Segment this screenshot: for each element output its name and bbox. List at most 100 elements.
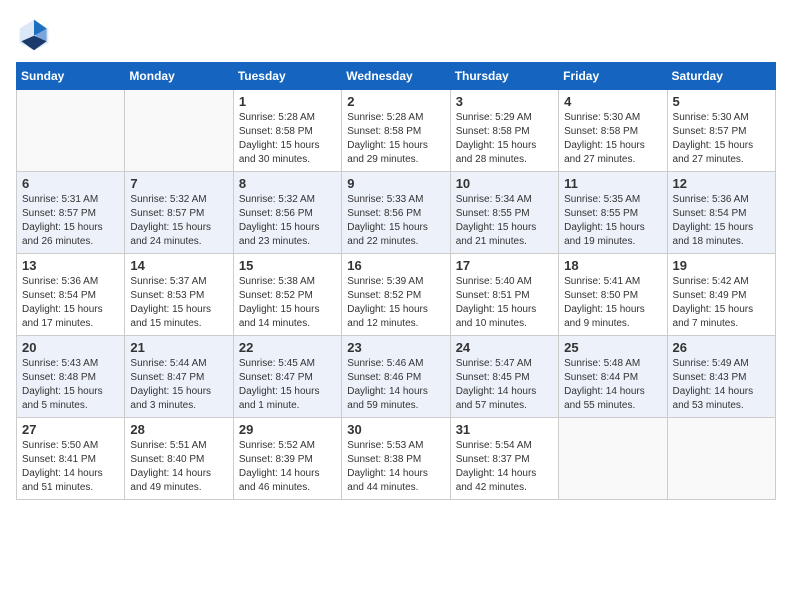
calendar-cell: 19 Sunrise: 5:42 AM Sunset: 8:49 PM Dayli… [667,254,775,336]
page-header [16,16,776,52]
day-number: 12 [673,176,770,191]
day-number: 4 [564,94,661,109]
weekday-header: Tuesday [233,63,341,90]
calendar-cell: 4 Sunrise: 5:30 AM Sunset: 8:58 PM Daylig… [559,90,667,172]
day-number: 17 [456,258,553,273]
calendar-cell: 16 Sunrise: 5:39 AM Sunset: 8:52 PM Dayli… [342,254,450,336]
calendar-cell: 5 Sunrise: 5:30 AM Sunset: 8:57 PM Daylig… [667,90,775,172]
calendar-cell: 23 Sunrise: 5:46 AM Sunset: 8:46 PM Dayli… [342,336,450,418]
day-info: Sunrise: 5:33 AM Sunset: 8:56 PM Dayligh… [347,193,444,249]
day-info: Sunrise: 5:28 AM Sunset: 8:58 PM Dayligh… [347,111,444,167]
day-info: Sunrise: 5:32 AM Sunset: 8:57 PM Dayligh… [130,193,227,249]
calendar-cell: 15 Sunrise: 5:38 AM Sunset: 8:52 PM Dayli… [233,254,341,336]
day-info: Sunrise: 5:30 AM Sunset: 8:57 PM Dayligh… [673,111,770,167]
calendar-cell [559,418,667,500]
calendar-week-row: 27 Sunrise: 5:50 AM Sunset: 8:41 PM Dayli… [17,418,776,500]
weekday-header: Thursday [450,63,558,90]
day-info: Sunrise: 5:47 AM Sunset: 8:45 PM Dayligh… [456,357,553,413]
day-number: 20 [22,340,119,355]
calendar-cell: 10 Sunrise: 5:34 AM Sunset: 8:55 PM Dayli… [450,172,558,254]
day-info: Sunrise: 5:48 AM Sunset: 8:44 PM Dayligh… [564,357,661,413]
calendar-cell: 29Sunrise: 5:52 AM Sunset: 8:39 PM Dayli… [233,418,341,500]
day-info: Sunrise: 5:37 AM Sunset: 8:53 PM Dayligh… [130,275,227,331]
calendar-week-row: 6 Sunrise: 5:31 AM Sunset: 8:57 PM Daylig… [17,172,776,254]
calendar-cell [667,418,775,500]
calendar-cell: 21 Sunrise: 5:44 AM Sunset: 8:47 PM Dayli… [125,336,233,418]
day-info: Sunrise: 5:49 AM Sunset: 8:43 PM Dayligh… [673,357,770,413]
day-info: Sunrise: 5:41 AM Sunset: 8:50 PM Dayligh… [564,275,661,331]
calendar-cell: 8Sunrise: 5:32 AM Sunset: 8:56 PM Daylig… [233,172,341,254]
day-info: Sunrise: 5:50 AM Sunset: 8:41 PM Dayligh… [22,439,119,495]
day-info: Sunrise: 5:45 AM Sunset: 8:47 PM Dayligh… [239,357,336,413]
day-number: 7 [130,176,227,191]
day-info: Sunrise: 5:31 AM Sunset: 8:57 PM Dayligh… [22,193,119,249]
day-info: Sunrise: 5:43 AM Sunset: 8:48 PM Dayligh… [22,357,119,413]
day-number: 30 [347,422,444,437]
calendar-week-row: 1 Sunrise: 5:28 AM Sunset: 8:58 PM Daylig… [17,90,776,172]
day-info: Sunrise: 5:42 AM Sunset: 8:49 PM Dayligh… [673,275,770,331]
day-info: Sunrise: 5:40 AM Sunset: 8:51 PM Dayligh… [456,275,553,331]
day-number: 6 [22,176,119,191]
day-info: Sunrise: 5:35 AM Sunset: 8:55 PM Dayligh… [564,193,661,249]
calendar-cell: 14 Sunrise: 5:37 AM Sunset: 8:53 PM Dayli… [125,254,233,336]
day-number: 28 [130,422,227,437]
day-info: Sunrise: 5:29 AM Sunset: 8:58 PM Dayligh… [456,111,553,167]
day-number: 8 [239,176,336,191]
calendar-cell: 12Sunrise: 5:36 AM Sunset: 8:54 PM Dayli… [667,172,775,254]
calendar-cell: 30 Sunrise: 5:53 AM Sunset: 8:38 PM Dayli… [342,418,450,500]
calendar-cell: 11 Sunrise: 5:35 AM Sunset: 8:55 PM Dayli… [559,172,667,254]
day-number: 14 [130,258,227,273]
day-number: 15 [239,258,336,273]
calendar-cell: 28 Sunrise: 5:51 AM Sunset: 8:40 PM Dayli… [125,418,233,500]
day-info: Sunrise: 5:36 AM Sunset: 8:54 PM Dayligh… [22,275,119,331]
calendar-cell: 31Sunrise: 5:54 AM Sunset: 8:37 PM Dayli… [450,418,558,500]
calendar-cell: 3 Sunrise: 5:29 AM Sunset: 8:58 PM Daylig… [450,90,558,172]
calendar-cell: 24 Sunrise: 5:47 AM Sunset: 8:45 PM Dayli… [450,336,558,418]
calendar-cell [125,90,233,172]
day-number: 29 [239,422,336,437]
day-number: 24 [456,340,553,355]
calendar-week-row: 13 Sunrise: 5:36 AM Sunset: 8:54 PM Dayli… [17,254,776,336]
day-number: 19 [673,258,770,273]
day-number: 13 [22,258,119,273]
day-number: 22 [239,340,336,355]
day-info: Sunrise: 5:34 AM Sunset: 8:55 PM Dayligh… [456,193,553,249]
day-number: 16 [347,258,444,273]
day-info: Sunrise: 5:44 AM Sunset: 8:47 PM Dayligh… [130,357,227,413]
weekday-header: Wednesday [342,63,450,90]
calendar-table: SundayMondayTuesdayWednesdayThursdayFrid… [16,62,776,500]
day-info: Sunrise: 5:38 AM Sunset: 8:52 PM Dayligh… [239,275,336,331]
day-number: 2 [347,94,444,109]
calendar-cell: 1Sunrise: 5:28 AM Sunset: 8:58 PM Daylig… [233,90,341,172]
weekday-header: Monday [125,63,233,90]
calendar-cell: 7 Sunrise: 5:32 AM Sunset: 8:57 PM Daylig… [125,172,233,254]
day-number: 23 [347,340,444,355]
logo-icon [16,16,52,52]
calendar-cell: 20 Sunrise: 5:43 AM Sunset: 8:48 PM Dayli… [17,336,125,418]
calendar-cell: 27 Sunrise: 5:50 AM Sunset: 8:41 PM Dayli… [17,418,125,500]
logo [16,16,56,52]
day-number: 5 [673,94,770,109]
day-info: Sunrise: 5:39 AM Sunset: 8:52 PM Dayligh… [347,275,444,331]
day-number: 10 [456,176,553,191]
calendar-cell: 17 Sunrise: 5:40 AM Sunset: 8:51 PM Dayli… [450,254,558,336]
day-info: Sunrise: 5:46 AM Sunset: 8:46 PM Dayligh… [347,357,444,413]
weekday-header: Friday [559,63,667,90]
day-number: 25 [564,340,661,355]
day-info: Sunrise: 5:30 AM Sunset: 8:58 PM Dayligh… [564,111,661,167]
day-number: 3 [456,94,553,109]
day-info: Sunrise: 5:53 AM Sunset: 8:38 PM Dayligh… [347,439,444,495]
calendar-cell: 13 Sunrise: 5:36 AM Sunset: 8:54 PM Dayli… [17,254,125,336]
day-number: 1 [239,94,336,109]
day-info: Sunrise: 5:51 AM Sunset: 8:40 PM Dayligh… [130,439,227,495]
calendar-cell: 25 Sunrise: 5:48 AM Sunset: 8:44 PM Dayli… [559,336,667,418]
calendar-cell: 2 Sunrise: 5:28 AM Sunset: 8:58 PM Daylig… [342,90,450,172]
day-info: Sunrise: 5:54 AM Sunset: 8:37 PM Dayligh… [456,439,553,495]
weekday-header-row: SundayMondayTuesdayWednesdayThursdayFrid… [17,63,776,90]
day-number: 18 [564,258,661,273]
day-number: 11 [564,176,661,191]
calendar-cell: 9Sunrise: 5:33 AM Sunset: 8:56 PM Daylig… [342,172,450,254]
day-number: 27 [22,422,119,437]
day-number: 21 [130,340,227,355]
calendar-cell: 26Sunrise: 5:49 AM Sunset: 8:43 PM Dayli… [667,336,775,418]
